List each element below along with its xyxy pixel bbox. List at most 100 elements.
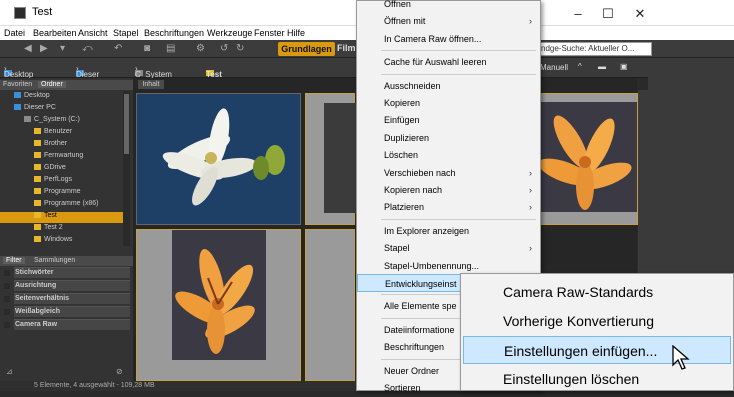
filter-icon[interactable]: ▤ (166, 43, 175, 54)
tab-filter[interactable]: Filter (3, 257, 25, 264)
develop-settings-submenu: Camera Raw-Standards Vorherige Konvertier… (460, 273, 734, 391)
sort-direction-icon[interactable]: ^ (578, 62, 582, 71)
tree-item-test[interactable]: Test (0, 212, 123, 223)
tree-item-desktop[interactable]: Desktop (0, 92, 123, 103)
menu-item-stapel-umbenennung[interactable]: Stapel-Umbenennung... (357, 257, 540, 275)
submenu-item-einstellungen-l-schen[interactable]: Einstellungen löschen (463, 365, 731, 393)
tree-item-label: Programme (44, 188, 81, 195)
thumbnail-2[interactable] (305, 93, 372, 225)
filter-tabs: Filter Sammlungen (0, 256, 133, 266)
breadcrumb-dieser-pc[interactable]: Dieser PC › (76, 64, 99, 88)
tree-item-programme-x86-[interactable]: Programme (x86) (0, 200, 123, 211)
filter-ausrichtung[interactable]: Ausrichtung (4, 280, 130, 291)
tab-sammlungen[interactable]: Sammlungen (34, 257, 75, 264)
folder-icon (34, 128, 41, 135)
menu-hilfe[interactable]: Hilfe (287, 28, 305, 38)
panel-tabs: Favoriten Ordner (0, 80, 133, 90)
rotate-icon[interactable]: ↶ (114, 43, 122, 54)
menu-ansicht[interactable]: Ansicht (78, 28, 108, 38)
refine-icon[interactable]: ⚙ (196, 43, 205, 54)
mouse-cursor-icon (672, 345, 690, 370)
rotate-left-icon[interactable]: ↺ (220, 43, 228, 54)
submenu-arrow-icon: › (529, 202, 532, 213)
workspace-grundlagen-button[interactable]: Grundlagen (278, 42, 335, 56)
thumbnail-4[interactable] (305, 229, 355, 381)
menu-item-l-schen[interactable]: Löschen (357, 146, 540, 164)
forward-icon[interactable]: ▶ (40, 43, 48, 54)
menu-item-kopieren[interactable]: Kopieren (357, 94, 540, 112)
filter-lock-icon[interactable]: ⊿ (6, 367, 13, 376)
lily-white-image (137, 94, 300, 224)
tree-item-label: Desktop (24, 92, 50, 99)
tree-item-benutzer[interactable]: Benutzer (0, 128, 123, 139)
submenu-item-vorherige-konvertierung[interactable]: Vorherige Konvertierung (463, 307, 731, 335)
submenu-arrow-icon: › (529, 167, 532, 178)
folder-icon (34, 188, 41, 195)
tree-item-label: Windows (44, 236, 73, 243)
camera-icon[interactable]: ◙ (144, 43, 150, 54)
tree-item-windows[interactable]: Windows (0, 236, 123, 247)
minimize-button[interactable]: – (568, 6, 588, 21)
menu-item-ausschneiden[interactable]: Ausschneiden (357, 77, 540, 95)
filter-stichw-rter[interactable]: Stichwörter (4, 267, 130, 278)
menu-item--ffnen-mit[interactable]: Öffnen mit › (357, 12, 540, 30)
menu-item-kopieren-nach[interactable]: Kopieren nach › (357, 181, 540, 199)
submenu-item-einstellungen-einf-gen[interactable]: Einstellungen einfügen... (463, 336, 731, 364)
menu-datei[interactable]: Datei (4, 28, 25, 38)
menu-item-verschieben-nach[interactable]: Verschieben nach › (357, 164, 540, 182)
filter-camera-raw[interactable]: Camera Raw (4, 319, 130, 330)
folder-icon (14, 104, 21, 111)
menu-item--ffnen[interactable]: Öffnen (357, 0, 540, 13)
tree-item-label: GDrive (44, 164, 66, 171)
sort-dropdown[interactable]: Manuell (540, 63, 568, 72)
folder-icon (34, 212, 41, 219)
tree-item-perflogs[interactable]: PerfLogs (0, 176, 123, 187)
tree-item-label: Fernwartung (44, 152, 84, 159)
filter-seitenverh-ltnis[interactable]: Seitenverhältnis (4, 293, 130, 304)
trash-icon[interactable]: ▣ (620, 62, 628, 71)
menu-fenster[interactable]: Fenster (254, 28, 285, 38)
tab-ordner[interactable]: Ordner (38, 81, 66, 88)
tree-item-brother[interactable]: Brother (0, 140, 123, 151)
tree-item-dieser-pc[interactable]: Dieser PC (0, 104, 123, 115)
tree-item-programme[interactable]: Programme (0, 188, 123, 199)
search-input[interactable]: ndge-Suche: Aktueller O... (537, 42, 652, 56)
filter-wei-abgleich[interactable]: Weißabgleich (4, 306, 130, 317)
new-folder-icon[interactable]: ▬ (598, 62, 606, 71)
rotate-right-icon[interactable]: ↻ (236, 43, 244, 54)
tab-favoriten[interactable]: Favoriten (3, 81, 32, 88)
clear-filter-icon[interactable]: ⊘ (116, 367, 123, 376)
chevron-down-icon[interactable]: ▾ (60, 43, 65, 54)
menu-beschriftungen[interactable]: Beschriftungen (144, 28, 204, 38)
breadcrumb-desktop[interactable]: Desktop › (4, 64, 33, 79)
menu-item-im-explorer-anzeigen[interactable]: Im Explorer anzeigen (357, 222, 540, 240)
folder-icon (34, 164, 41, 171)
menu-werkzeuge[interactable]: Werkzeuge (207, 28, 252, 38)
tree-item-label: Programme (x86) (44, 200, 99, 207)
thumbnail-5[interactable] (540, 93, 638, 225)
menu-stapel[interactable]: Stapel (113, 28, 139, 38)
breadcrumb-drive[interactable]: C_System (C:) › (135, 64, 172, 88)
tree-scrollbar-thumb[interactable] (124, 94, 129, 154)
menu-item-einf-gen[interactable]: Einfügen (357, 111, 540, 129)
tree-item-fernwartung[interactable]: Fernwartung (0, 152, 123, 163)
close-button[interactable]: ✕ (630, 6, 650, 22)
tree-item-test-2[interactable]: Test 2 (0, 224, 123, 235)
menu-item-stapel[interactable]: Stapel › (357, 239, 540, 257)
maximize-button[interactable]: ☐ (598, 6, 618, 22)
menu-item-cache-f-r-auswahl-leeren[interactable]: Cache für Auswahl leeren (357, 53, 540, 71)
tree-item-c-system-c-[interactable]: C_System (C:) (0, 116, 123, 127)
menu-item-in-camera-raw-ffnen[interactable]: In Camera Raw öffnen... (357, 30, 540, 48)
thumbnail-1[interactable] (136, 93, 301, 225)
back-icon[interactable]: ◀ (24, 43, 32, 54)
menu-separator (381, 73, 536, 75)
menu-item-platzieren[interactable]: Platzieren › (357, 198, 540, 216)
menu-item-duplizieren[interactable]: Duplizieren (357, 129, 540, 147)
menu-bearbeiten[interactable]: Bearbeiten (33, 28, 77, 38)
tree-item-gdrive[interactable]: GDrive (0, 164, 123, 175)
submenu-item-camera-raw-standards[interactable]: Camera Raw-Standards (463, 278, 731, 306)
tab-inhalt[interactable]: Inhalt (138, 80, 164, 89)
workspace-film-button[interactable]: Film (337, 43, 356, 53)
thumbnail-3[interactable] (136, 229, 301, 381)
boomerang-icon[interactable]: ⤺ (82, 43, 93, 54)
